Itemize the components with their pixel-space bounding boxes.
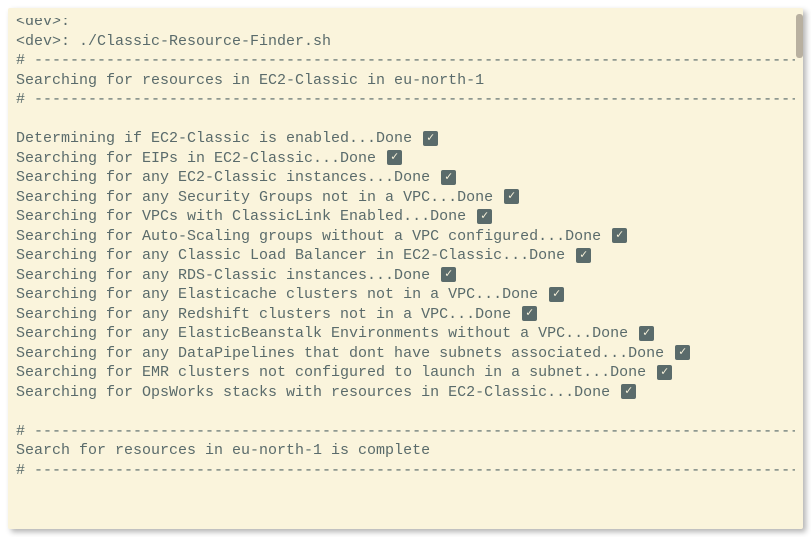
task-line: Searching for any RDS-Classic instances.… [16, 266, 795, 286]
check-icon: ✓ [423, 131, 438, 146]
check-icon: ✓ [621, 384, 636, 399]
task-line: Searching for any EC2-Classic instances.… [16, 168, 795, 188]
task-text: Searching for any Security Groups not in… [16, 189, 502, 206]
task-text: Searching for any Elasticache clusters n… [16, 286, 547, 303]
check-icon: ✓ [612, 228, 627, 243]
divider-line: # --------------------------------------… [16, 422, 795, 442]
prompt-line: <dev>: [16, 12, 795, 32]
scrollbar[interactable] [796, 14, 803, 58]
task-text: Searching for Auto-Scaling groups withou… [16, 228, 610, 245]
check-icon: ✓ [441, 170, 456, 185]
task-text: Searching for any EC2-Classic instances.… [16, 169, 439, 186]
check-icon: ✓ [387, 150, 402, 165]
task-line: Searching for any DataPipelines that don… [16, 344, 795, 364]
check-icon: ✓ [522, 306, 537, 321]
check-icon: ✓ [576, 248, 591, 263]
task-line: Searching for any ElasticBeanstalk Envir… [16, 324, 795, 344]
blank-line [16, 110, 795, 130]
task-line: Searching for EIPs in EC2-Classic...Done… [16, 149, 795, 169]
task-line: Searching for Auto-Scaling groups withou… [16, 227, 795, 247]
task-line: Searching for VPCs with ClassicLink Enab… [16, 207, 795, 227]
task-text: Searching for OpsWorks stacks with resou… [16, 384, 619, 401]
task-text: Determining if EC2-Classic is enabled...… [16, 130, 421, 147]
task-line: Searching for any Security Groups not in… [16, 188, 795, 208]
task-line: Searching for any Redshift clusters not … [16, 305, 795, 325]
task-text: Searching for any RDS-Classic instances.… [16, 267, 439, 284]
check-icon: ✓ [549, 287, 564, 302]
task-line: Searching for any Classic Load Balancer … [16, 246, 795, 266]
blank-line [16, 402, 795, 422]
check-icon: ✓ [657, 365, 672, 380]
task-text: Searching for any Classic Load Balancer … [16, 247, 574, 264]
check-icon: ✓ [441, 267, 456, 282]
divider-line: # --------------------------------------… [16, 461, 795, 481]
header-line: Searching for resources in EC2-Classic i… [16, 71, 795, 91]
task-list: Determining if EC2-Classic is enabled...… [16, 129, 795, 402]
task-line: Searching for OpsWorks stacks with resou… [16, 383, 795, 403]
task-line: Searching for EMR clusters not configure… [16, 363, 795, 383]
task-text: Searching for any ElasticBeanstalk Envir… [16, 325, 637, 342]
task-text: Searching for any DataPipelines that don… [16, 345, 673, 362]
check-icon: ✓ [504, 189, 519, 204]
divider-line: # --------------------------------------… [16, 90, 795, 110]
task-line: Determining if EC2-Classic is enabled...… [16, 129, 795, 149]
divider-line: # --------------------------------------… [16, 51, 795, 71]
footer-line: Search for resources in eu-north-1 is co… [16, 441, 795, 461]
task-text: Searching for EIPs in EC2-Classic...Done [16, 150, 385, 167]
check-icon: ✓ [639, 326, 654, 341]
terminal-window: <dev>: <dev>: ./Classic-Resource-Finder.… [8, 8, 803, 529]
task-text: Searching for any Redshift clusters not … [16, 306, 520, 323]
check-icon: ✓ [477, 209, 492, 224]
task-line: Searching for any Elasticache clusters n… [16, 285, 795, 305]
command-line: <dev>: ./Classic-Resource-Finder.sh [16, 32, 795, 52]
task-text: Searching for VPCs with ClassicLink Enab… [16, 208, 475, 225]
check-icon: ✓ [675, 345, 690, 360]
task-text: Searching for EMR clusters not configure… [16, 364, 655, 381]
